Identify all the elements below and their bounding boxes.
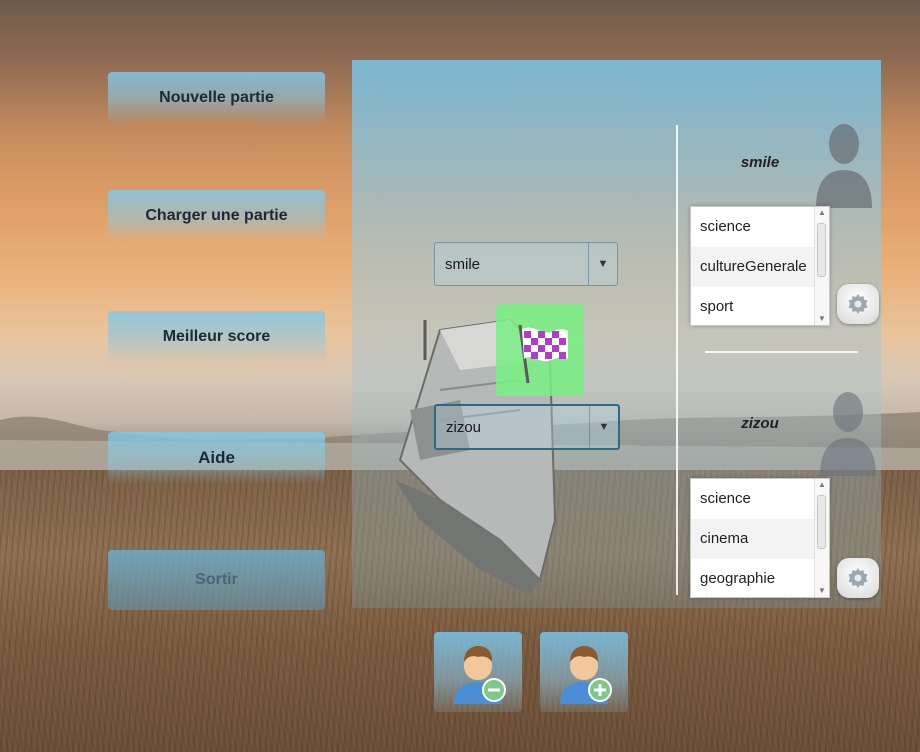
chevron-down-icon[interactable]: ▼ <box>589 406 618 448</box>
scrollbar-thumb[interactable] <box>817 495 826 549</box>
player2-settings-button[interactable] <box>837 558 879 598</box>
horizontal-divider <box>705 351 858 353</box>
list-item[interactable]: science <box>691 207 815 247</box>
gear-icon <box>848 294 868 314</box>
list-item[interactable]: cultureGenerale <box>691 247 815 287</box>
chevron-up-icon[interactable]: ▲ <box>815 207 829 219</box>
chevron-down-icon[interactable]: ▼ <box>588 243 617 285</box>
player2-select[interactable]: zizou ▼ <box>434 404 620 450</box>
player1-select-value: smile <box>445 255 481 273</box>
user-add-icon <box>560 646 612 704</box>
start-game-button[interactable] <box>496 304 584 396</box>
player2-theme-list[interactable]: science cinema geographie ▲ ▼ <box>690 478 830 598</box>
scrollbar[interactable]: ▲ ▼ <box>814 207 829 325</box>
best-score-button[interactable]: Meilleur score <box>108 311 325 363</box>
list-item[interactable]: geographie <box>691 559 815 599</box>
player1-settings-button[interactable] <box>837 284 879 324</box>
remove-player-button[interactable] <box>434 632 522 712</box>
scrollbar-thumb[interactable] <box>817 223 826 277</box>
player2-select-value: zizou <box>446 418 482 436</box>
help-button[interactable]: Aide <box>108 432 325 484</box>
player2-name: zizou <box>741 415 779 432</box>
list-item[interactable]: cinema <box>691 519 815 559</box>
add-player-button[interactable] <box>540 632 628 712</box>
user-silhouette-icon <box>820 392 876 476</box>
chevron-up-icon[interactable]: ▲ <box>815 479 829 491</box>
list-item[interactable]: science <box>691 479 815 519</box>
new-game-button[interactable]: Nouvelle partie <box>108 72 325 124</box>
chevron-down-icon[interactable]: ▼ <box>815 313 829 325</box>
user-silhouette-icon <box>816 124 872 208</box>
gear-icon <box>848 568 868 588</box>
player1-theme-list[interactable]: science cultureGenerale sport ▲ ▼ <box>690 206 830 326</box>
scrollbar[interactable]: ▲ ▼ <box>814 479 829 597</box>
vertical-divider <box>676 125 678 595</box>
chevron-down-icon[interactable]: ▼ <box>815 585 829 597</box>
player1-name: smile <box>740 154 780 171</box>
quit-button[interactable]: Sortir <box>108 550 325 610</box>
user-remove-icon <box>454 646 506 704</box>
load-game-button[interactable]: Charger une partie <box>108 190 325 242</box>
player1-select[interactable]: smile ▼ <box>434 242 618 286</box>
list-item[interactable]: sport <box>691 287 815 327</box>
checkered-flag-icon <box>518 324 568 384</box>
